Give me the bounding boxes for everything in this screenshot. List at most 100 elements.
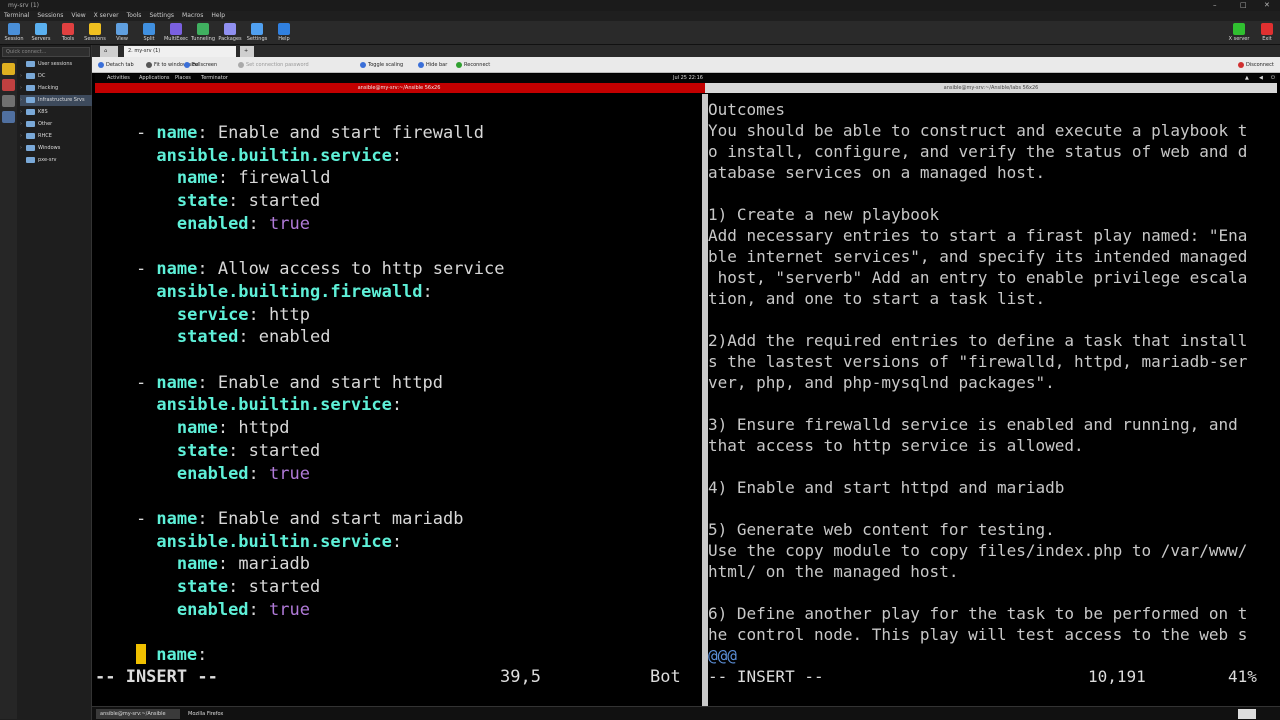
arg-value: started [248, 191, 321, 212]
ribbon-multiexec-button[interactable]: MultiExec [162, 22, 190, 44]
toolbar-label: Fullscreen [192, 62, 218, 68]
colon: : [248, 599, 270, 620]
menu-item-macros[interactable]: Macros [178, 11, 207, 21]
toolbar-hide-bar[interactable]: Hide bar [418, 57, 447, 73]
sidebar-item-windows[interactable]: › Windows [20, 143, 92, 154]
session-tab[interactable]: 2. my-srv (1) [124, 46, 236, 57]
ribbon-sessions-button[interactable]: Sessions [81, 22, 109, 44]
power-icon[interactable]: ⏻ [1271, 74, 1275, 83]
ribbon-tunneling-button[interactable]: Tunneling [189, 22, 217, 44]
menu-item-x-server[interactable]: X server [90, 11, 123, 21]
sidebar-item-k8s[interactable]: › K8S [20, 107, 92, 118]
yaml-line: enabled: true [95, 599, 310, 622]
right-terminal-pane[interactable]: Outcomes You should be able to construct … [708, 94, 1275, 706]
doc-line: html/ on the managed host. [708, 562, 959, 581]
taskbar-item-firefox[interactable]: Mozilla Firefox [184, 709, 254, 719]
ribbon-packages-button[interactable]: Packages [216, 22, 244, 44]
sidebar-vertical-tabs [0, 59, 17, 719]
arg-value: started [248, 577, 321, 597]
task-name: Enable and start mariadb [217, 508, 464, 529]
menu-item-terminal[interactable]: Terminal [0, 11, 33, 21]
exit-label: Exit [1262, 36, 1272, 42]
ribbon-settings-button[interactable]: Settings [243, 22, 271, 44]
close-icon[interactable]: ✕ [1264, 0, 1270, 11]
yaml-line: state: started [95, 576, 320, 599]
doc-line: You should be able to construct and exec… [708, 121, 1248, 140]
yaml-line: enabled: true [95, 213, 310, 236]
ribbon-view-button[interactable]: View [108, 22, 136, 44]
yaml-line: ansible.builtin.service: [95, 394, 402, 417]
vim-scroll: 41% [1228, 667, 1257, 686]
applications-menu[interactable]: Applications [139, 74, 170, 83]
doc-line: 5) Generate web content for testing. [708, 520, 1055, 539]
sidebar-item-label: Infrastructure Srvs [38, 97, 85, 103]
doc-line: ver, php, and php-mysqlnd packages". [708, 373, 1055, 392]
toolbar-detach-tab[interactable]: Detach tab [98, 57, 134, 73]
session-tab-row: ⌂ 2. my-srv (1) + [92, 45, 1280, 57]
left-terminal-pane[interactable]: - name: Enable and start firewalld ansib… [95, 94, 702, 706]
text-cursor [135, 644, 146, 665]
yaml-line: - name: Enable and start mariadb [95, 508, 464, 531]
places-menu[interactable]: Places [175, 74, 191, 83]
arg-value: started [248, 440, 321, 461]
split-label: Split [143, 36, 155, 42]
gnome-top-bar: Activities Applications Places Terminato… [95, 74, 1277, 83]
ribbon-help-button[interactable]: Help [270, 22, 298, 44]
vim-scroll: Bot [650, 667, 681, 687]
volume-icon[interactable]: ◀ [1259, 74, 1263, 83]
workspace-switcher[interactable] [1238, 709, 1256, 719]
menu-item-view[interactable]: View [67, 11, 89, 21]
star-icon[interactable] [2, 63, 15, 75]
tools-icon[interactable] [2, 79, 15, 91]
ribbon-exit-button[interactable]: Exit [1253, 22, 1280, 44]
arg-value: true [269, 463, 310, 484]
toggle-scaling-icon [360, 61, 366, 68]
quick-connect-input[interactable]: Quick connect... [2, 47, 90, 57]
toolbar-label: Disconnect [1246, 62, 1274, 68]
doc-line: host, "serverb" Add an entry to enable p… [708, 268, 1248, 287]
home-tab-icon[interactable]: ⌂ [100, 46, 118, 57]
sidebar-item-hacking[interactable]: › Hacking [20, 83, 92, 94]
sidebar-item-other[interactable]: › Other [20, 119, 92, 130]
toolbar-fullscreen[interactable]: Fullscreen [184, 57, 217, 73]
sidebar-item-dc[interactable]: › DC [20, 71, 92, 82]
menu-item-settings[interactable]: Settings [145, 11, 178, 21]
help-icon [278, 23, 290, 35]
minimize-icon[interactable]: – [1213, 0, 1217, 11]
activities-button[interactable]: Activities [107, 74, 130, 83]
macros-icon[interactable] [2, 95, 15, 107]
toolbar-disconnect[interactable]: Disconnect [1238, 57, 1274, 73]
ribbon-servers-button[interactable]: Servers [27, 22, 55, 44]
servers-label: Servers [31, 36, 51, 42]
taskbar-item-terminal[interactable]: ansible@my-srv:~/Ansible [96, 709, 180, 719]
terminator-menu[interactable]: Terminator [201, 74, 228, 83]
toolbar-reconnect[interactable]: Reconnect [456, 57, 490, 73]
sidebar-item-pxe-srv[interactable]: pxe-srv [20, 155, 92, 166]
network-icon[interactable]: ▲ [1245, 74, 1249, 83]
sidebar-item-user-sessions[interactable]: User sessions [20, 59, 92, 70]
new-tab-icon[interactable]: + [240, 46, 254, 57]
ribbon-session-button[interactable]: Session [0, 22, 28, 44]
menu-item-help[interactable]: Help [207, 11, 229, 21]
colon: : [238, 327, 259, 348]
ribbon-split-button[interactable]: Split [135, 22, 163, 44]
sidebar-item-infrastructure-srvs[interactable]: › Infrastructure Srvs [20, 95, 92, 106]
toolbar-set-connection-password[interactable]: Set connection password [238, 57, 309, 73]
ribbon-x-server-button[interactable]: X server [1225, 22, 1253, 44]
sftp-icon[interactable] [2, 111, 15, 123]
menu-item-tools[interactable]: Tools [123, 11, 146, 21]
arg-value: enabled [258, 327, 331, 348]
folder-icon [26, 156, 35, 163]
doc-line: he control node. This play will test acc… [708, 625, 1248, 644]
toolbar-toggle-scaling[interactable]: Toggle scaling [360, 57, 403, 73]
menu-item-sessions[interactable]: Sessions [33, 11, 67, 21]
sidebar-item-rhce[interactable]: › RHCE [20, 131, 92, 142]
ribbon-tools-button[interactable]: Tools [54, 22, 82, 44]
maximize-icon[interactable]: □ [1240, 0, 1247, 11]
folder-icon [26, 60, 35, 67]
doc-line: Add necessary entries to start a firast … [708, 226, 1248, 245]
